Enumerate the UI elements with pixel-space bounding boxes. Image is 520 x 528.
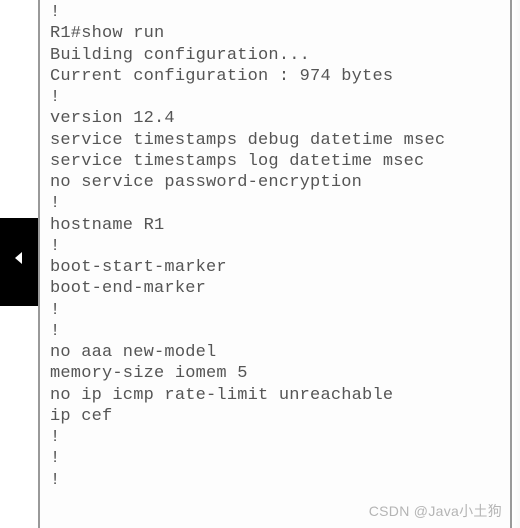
- terminal-line: service timestamps debug datetime msec: [50, 130, 504, 151]
- terminal-line: ip cef: [50, 406, 504, 427]
- terminal-line: boot-end-marker: [50, 278, 504, 299]
- terminal-line: hostname R1: [50, 215, 504, 236]
- scrollbar-area[interactable]: [512, 0, 520, 528]
- terminal-line: !: [50, 470, 504, 491]
- terminal-line: no service password-encryption: [50, 172, 504, 193]
- terminal-line: no ip icmp rate-limit unreachable: [50, 385, 504, 406]
- terminal-line: service timestamps log datetime msec: [50, 151, 504, 172]
- terminal-line: !: [50, 427, 504, 448]
- terminal-line: !: [50, 448, 504, 469]
- terminal-line: !: [50, 193, 504, 214]
- terminal-output: ! R1#show run Building configuration... …: [38, 0, 512, 528]
- terminal-line: !: [50, 236, 504, 257]
- terminal-line: !: [50, 87, 504, 108]
- terminal-line: !: [50, 2, 504, 23]
- terminal-line: memory-size iomem 5: [50, 363, 504, 384]
- terminal-line: Building configuration...: [50, 45, 504, 66]
- terminal-line: no aaa new-model: [50, 342, 504, 363]
- terminal-line: !: [50, 321, 504, 342]
- terminal-line: Current configuration : 974 bytes: [50, 66, 504, 87]
- terminal-line: R1#show run: [50, 23, 504, 44]
- triangle-left-icon: [11, 250, 27, 273]
- terminal-line: !: [50, 300, 504, 321]
- collapse-panel-button[interactable]: [0, 218, 38, 306]
- terminal-line: boot-start-marker: [50, 257, 504, 278]
- terminal-line: version 12.4: [50, 108, 504, 129]
